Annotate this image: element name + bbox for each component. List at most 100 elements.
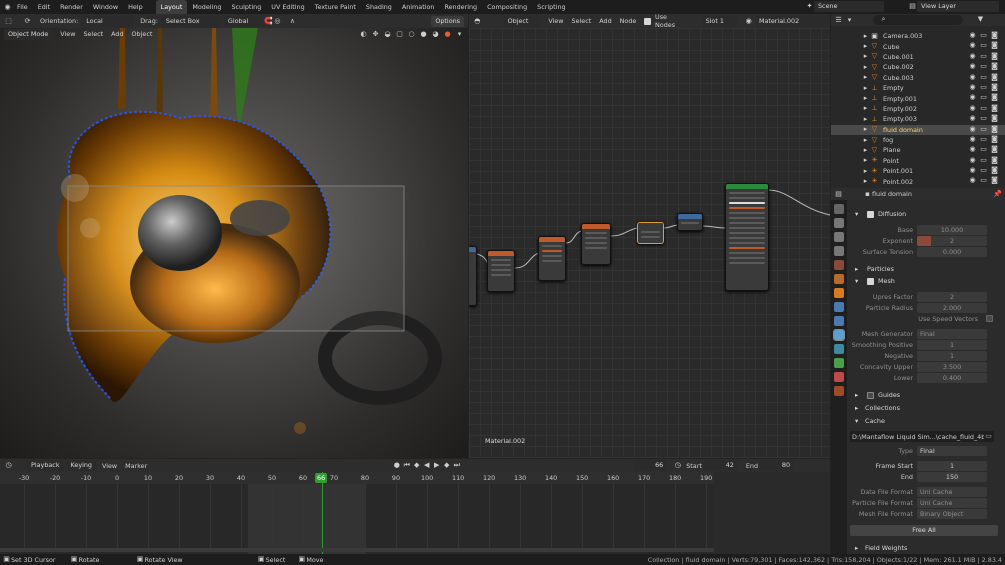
jump-end-icon[interactable]: ⏭ [452, 461, 461, 470]
outliner-item-name[interactable]: Cube.003 [883, 74, 949, 82]
expand-arrow-icon[interactable]: ▸ [861, 156, 870, 165]
tab-layout[interactable]: Layout [155, 0, 188, 14]
outliner-item-name[interactable]: Cube [883, 43, 949, 51]
outliner-item[interactable]: ▸ ▽ Cube.001 ◉ ▭ ◙ [831, 52, 1005, 62]
next-keyframe-icon[interactable]: ◆ [442, 461, 451, 470]
node[interactable] [677, 213, 703, 231]
jump-start-icon[interactable]: ⏮ [402, 461, 411, 470]
tab-shading[interactable]: Shading [361, 0, 397, 14]
expand-arrow-icon[interactable]: ▸ [861, 167, 870, 176]
vp-menu-select[interactable]: Select [83, 30, 103, 38]
output-tab-icon[interactable] [834, 232, 844, 242]
eye-icon[interactable]: ◉ [968, 52, 977, 61]
expand-arrow-icon[interactable]: ▸ [861, 146, 870, 155]
material-shading-icon[interactable]: ◕ [431, 30, 440, 39]
outliner-item-name[interactable]: Point.002 [883, 178, 949, 186]
outliner-item-name[interactable]: Cube.002 [883, 63, 949, 71]
world-tab-icon[interactable] [834, 274, 844, 284]
camera-render-icon[interactable]: ◙ [990, 135, 999, 144]
frame-end-field[interactable]: 150 [917, 471, 987, 482]
camera-render-icon[interactable]: ◙ [990, 156, 999, 165]
expand-arrow-icon[interactable]: ▸ [861, 63, 870, 72]
guides-checkbox[interactable] [867, 391, 874, 399]
outliner-item[interactable]: ▸ ▽ Plane ◉ ▭ ◙ [831, 145, 1005, 155]
menu-help[interactable]: Help [123, 0, 148, 14]
camera-render-icon[interactable]: ◙ [990, 114, 999, 123]
tl-menu-marker[interactable]: Marker [125, 462, 147, 470]
timeline[interactable]: -30 -20 -10 0 10 20 30 40 50 60 70 80 90 100 110 120 130… [0, 472, 714, 554]
expand-arrow-icon[interactable]: ▸ [861, 125, 870, 134]
monitor-icon[interactable]: ▭ [979, 41, 988, 50]
shader-node-editor[interactable]: Material.002 [469, 28, 830, 458]
particles-section-header[interactable]: ▸ Particles [847, 263, 1005, 275]
eye-icon[interactable]: ◉ [968, 31, 977, 40]
expand-arrow-icon[interactable]: ▸ [861, 177, 870, 186]
eye-icon[interactable]: ◉ [968, 176, 977, 185]
monitor-icon[interactable]: ▭ [979, 114, 988, 123]
frame-start-field[interactable]: 1 [917, 460, 987, 471]
monitor-icon[interactable]: ▭ [979, 62, 988, 71]
drag-dropdown[interactable]: Select Box [161, 15, 220, 27]
tl-menu-view[interactable]: View [102, 462, 117, 470]
proportional-edit-icon[interactable]: ◎ [273, 17, 282, 26]
field-weights-section-header[interactable]: ▸ Field Weights [847, 542, 1005, 554]
tab-rendering[interactable]: Rendering [439, 0, 482, 14]
pin-icon[interactable]: 📌 [993, 190, 1002, 199]
outliner-item[interactable]: ▸ ☀ Point.001 ◉ ▭ ◙ [831, 166, 1005, 176]
outliner-item-name[interactable]: fluid domain [883, 126, 949, 134]
falloff-icon[interactable]: ∧ [288, 17, 297, 26]
outliner-item[interactable]: ▸ ▽ Cube.002 ◉ ▭ ◙ [831, 62, 1005, 72]
expand-arrow-icon[interactable]: ▸ [861, 94, 870, 103]
end-frame-field[interactable]: 80 [760, 460, 795, 471]
monitor-icon[interactable]: ▭ [979, 104, 988, 113]
expand-arrow-icon[interactable]: ▸ [861, 104, 870, 113]
view-layer-tab-icon[interactable] [834, 246, 844, 256]
outliner-item[interactable]: ▸ ▽ fog ◉ ▭ ◙ [831, 135, 1005, 145]
eye-icon[interactable]: ◉ [968, 156, 977, 165]
menu-render[interactable]: Render [55, 0, 88, 14]
outliner-item-name[interactable]: Point.001 [883, 167, 949, 175]
record-icon[interactable]: ● [392, 461, 401, 470]
shading-options-icon[interactable]: ▾ [455, 30, 464, 39]
monitor-icon[interactable]: ▭ [979, 156, 988, 165]
outliner-item[interactable]: ▸ ☀ Point.002 ◉ ▭ ◙ [831, 176, 1005, 186]
view-layer-selector[interactable]: ▤ View Layer [908, 1, 999, 12]
scene-name[interactable]: Scene [814, 1, 884, 12]
tab-texture-paint[interactable]: Texture Paint [310, 0, 361, 14]
eye-icon[interactable]: ◉ [968, 125, 977, 134]
eye-icon[interactable]: ◉ [968, 83, 977, 92]
view-layer-name[interactable]: View Layer [917, 1, 999, 12]
eye-icon[interactable]: ◉ [968, 145, 977, 154]
rendered-shading-icon[interactable]: ● [443, 30, 452, 39]
node[interactable] [538, 236, 566, 281]
data-tab-icon[interactable] [834, 358, 844, 368]
prev-keyframe-icon[interactable]: ◆ [412, 461, 421, 470]
outliner-type-icon[interactable]: ☰ [834, 16, 843, 25]
clock-icon[interactable]: ◷ [4, 461, 13, 470]
vp-menu-add[interactable]: Add [111, 30, 123, 38]
particle-format-dropdown[interactable]: Uni Cache [917, 497, 987, 508]
transform-icon[interactable]: ⟳ [23, 17, 32, 26]
scene-tab-icon[interactable] [834, 260, 844, 270]
node-menu-add[interactable]: Add [599, 17, 611, 25]
snap-icon[interactable]: 🧲 [264, 17, 273, 26]
speed-vectors-checkbox[interactable] [986, 315, 993, 322]
monitor-icon[interactable]: ▭ [979, 73, 988, 82]
menu-window[interactable]: Window [88, 0, 123, 14]
particles-tab-icon[interactable] [834, 316, 844, 326]
eye-icon[interactable]: ◉ [968, 62, 977, 71]
camera-render-icon[interactable]: ◙ [990, 166, 999, 175]
expand-arrow-icon[interactable]: ▸ [861, 73, 870, 82]
outliner-item-name[interactable]: Empty.002 [883, 105, 949, 113]
eye-icon[interactable]: ◉ [968, 135, 977, 144]
diffusion-checkbox[interactable] [867, 210, 874, 218]
lower-field[interactable]: 0.400 [917, 372, 987, 383]
guides-section-header[interactable]: ▸ Guides [847, 389, 1005, 401]
monitor-icon[interactable]: ▭ [979, 135, 988, 144]
visibility-icon[interactable]: ◐ [359, 30, 368, 39]
material-name-field[interactable]: Material.002 [754, 15, 830, 27]
current-frame-field[interactable]: 66 [635, 460, 668, 471]
outliner-item[interactable]: ▸ ⟂ Empty.001 ◉ ▭ ◙ [831, 93, 1005, 103]
node-menu-node[interactable]: Node [620, 17, 637, 25]
keying-dropdown[interactable]: Keying [66, 460, 96, 471]
